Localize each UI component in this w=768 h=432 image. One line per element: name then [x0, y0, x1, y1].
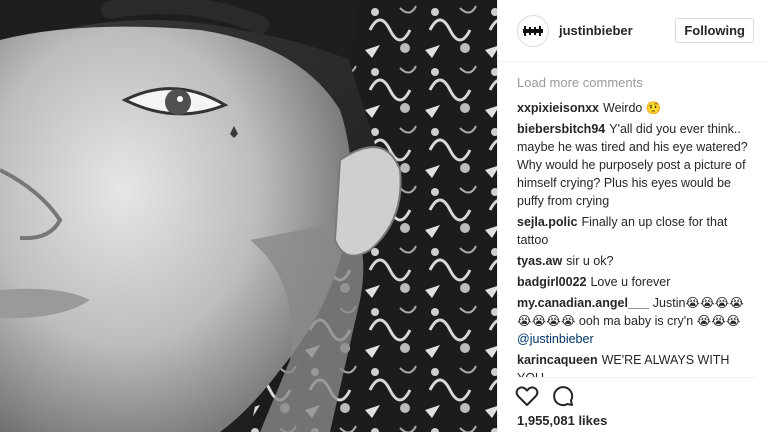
- comment-username[interactable]: biebersbitch94: [517, 122, 605, 136]
- action-bar: [514, 383, 576, 409]
- logo-icon: [523, 25, 543, 36]
- comment-item: badgirl0022 Love u forever: [517, 273, 755, 291]
- comment-items: xxpixieisonxx Weirdo 🤨 biebersbitch94 Y'all…: [517, 99, 755, 377]
- comment-username[interactable]: xxpixieisonxx: [517, 101, 599, 115]
- header-username[interactable]: justinbieber: [559, 23, 675, 38]
- load-more-comments-link[interactable]: Load more comments: [517, 74, 755, 92]
- comment-username[interactable]: badgirl0022: [517, 275, 586, 289]
- comment-text: sir u ok?: [566, 254, 614, 268]
- comment-item: sejla.polic Finally an up close for that …: [517, 213, 755, 249]
- comment-username[interactable]: my.canadian.angel___: [517, 296, 649, 310]
- comment-username[interactable]: sejla.polic: [517, 215, 577, 229]
- comment-item: my.canadian.angel___ Justin😭😭😭😭😭😭😭😭 ooh m…: [517, 294, 755, 348]
- heart-icon[interactable]: [514, 383, 540, 409]
- post-photo[interactable]: [0, 0, 497, 432]
- comment-item: karincaqueenWE'RE ALWAYS WITH YOU: [517, 351, 755, 377]
- comment-item: biebersbitch94 Y'all did you ever think..…: [517, 120, 755, 210]
- comment-username[interactable]: karincaqueen: [517, 353, 598, 367]
- comment-item: xxpixieisonxx Weirdo 🤨: [517, 99, 755, 117]
- post-side-panel: justinbieber Following Load more comment…: [497, 0, 768, 432]
- portrait-image: [0, 0, 497, 432]
- comment-item: tyas.aw sir u ok?: [517, 252, 755, 270]
- comment-text: Weirdo 🤨: [603, 101, 662, 115]
- comment-icon[interactable]: [550, 383, 576, 409]
- likes-count[interactable]: 1,955,081 likes: [517, 413, 607, 428]
- post-header: justinbieber Following: [498, 0, 768, 62]
- comment-mention-link[interactable]: @justinbieber: [517, 330, 755, 348]
- actions-divider: [517, 377, 755, 378]
- comment-text: Love u forever: [590, 275, 671, 289]
- comment-username[interactable]: tyas.aw: [517, 254, 562, 268]
- comments-list: Load more comments xxpixieisonxx Weirdo 🤨…: [498, 63, 768, 377]
- following-button[interactable]: Following: [675, 18, 754, 43]
- profile-avatar[interactable]: [517, 14, 549, 47]
